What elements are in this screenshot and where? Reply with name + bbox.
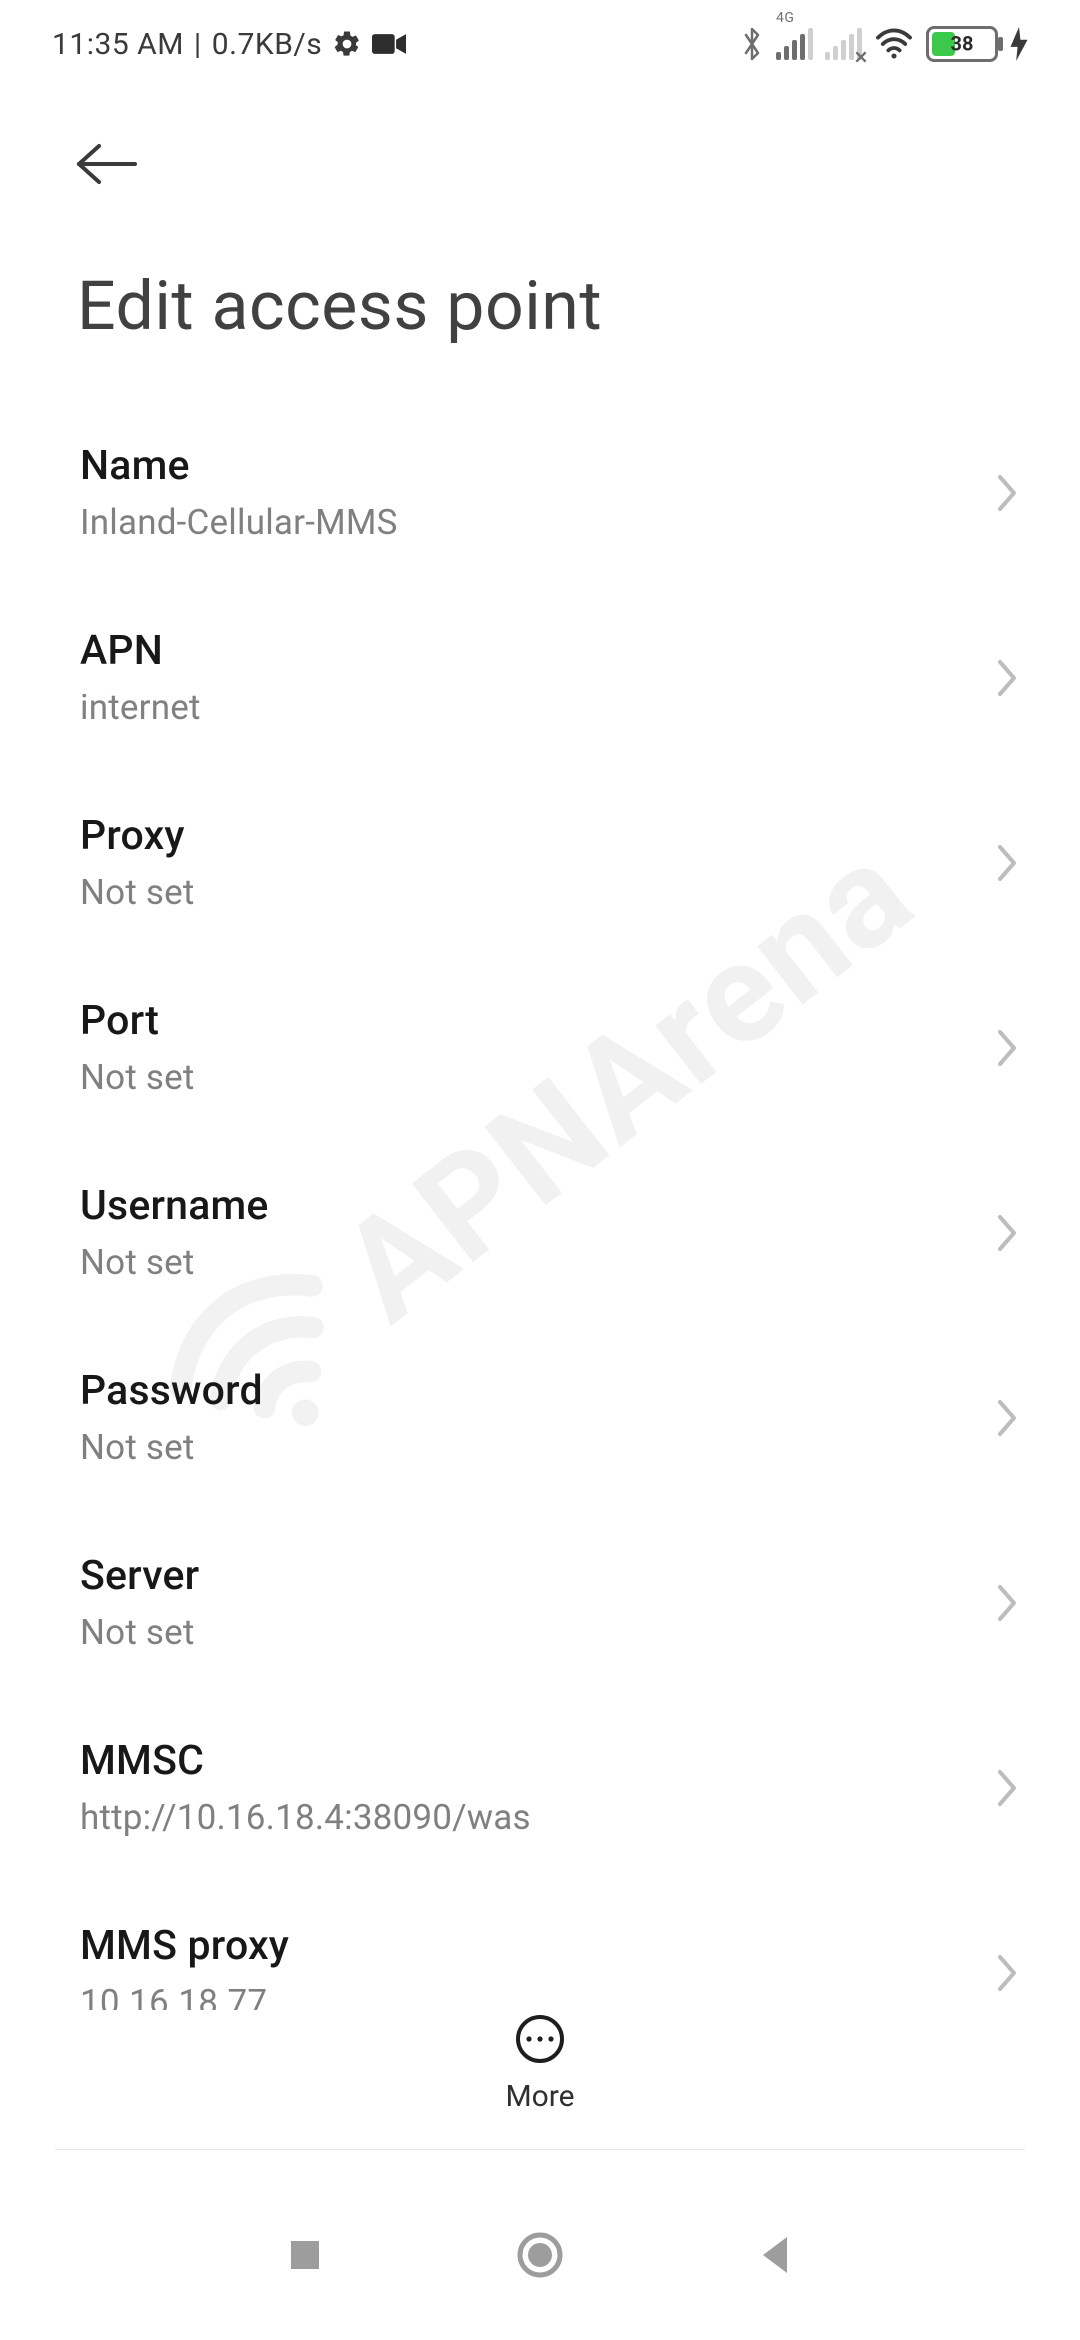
camera-icon	[372, 32, 406, 56]
nav-back-button[interactable]	[755, 2233, 795, 2277]
status-bar: 11:35 AM | 0.7KB/s 4G	[0, 0, 1080, 88]
settings-row-mmsc[interactable]: MMSC http://10.16.18.4:38090/was	[0, 1695, 1080, 1880]
chevron-right-icon	[994, 471, 1020, 515]
chevron-right-icon	[994, 1766, 1020, 1810]
page-title: Edit access point	[0, 196, 1080, 426]
settings-row-value: http://10.16.18.4:38090/was	[80, 1797, 531, 1838]
chevron-right-icon	[994, 1581, 1020, 1625]
settings-row-port[interactable]: Port Not set	[0, 955, 1080, 1140]
app-header	[0, 88, 1080, 196]
settings-row-text: Username Not set	[80, 1182, 269, 1283]
settings-row-username[interactable]: Username Not set	[0, 1140, 1080, 1325]
status-rate: 0.7KB/s	[212, 27, 323, 62]
settings-row-label: Password	[80, 1367, 263, 1415]
cellular-signal-1-icon: 4G	[776, 28, 813, 60]
settings-row-value: 10.16.18.77	[80, 1982, 289, 2010]
chevron-right-icon	[994, 1026, 1020, 1070]
settings-row-value: Not set	[80, 1612, 199, 1653]
gear-icon	[332, 29, 362, 59]
settings-row-apn[interactable]: APN internet	[0, 585, 1080, 770]
settings-row-label: Name	[80, 442, 398, 490]
nav-recents-button[interactable]	[285, 2235, 325, 2275]
bluetooth-icon	[740, 26, 764, 62]
settings-row-text: Proxy Not set	[80, 812, 195, 913]
more-icon	[514, 2013, 566, 2065]
settings-row-server[interactable]: Server Not set	[0, 1510, 1080, 1695]
battery-icon: 38	[926, 26, 998, 62]
settings-row-text: MMSC http://10.16.18.4:38090/was	[80, 1737, 531, 1838]
settings-row-text: Name Inland-Cellular-MMS	[80, 442, 398, 543]
settings-row-text: Server Not set	[80, 1552, 199, 1653]
settings-row-label: Username	[80, 1182, 269, 1230]
settings-row-label: MMSC	[80, 1737, 531, 1785]
chevron-right-icon	[994, 1211, 1020, 1255]
settings-row-value: Not set	[80, 1057, 195, 1098]
status-separator: |	[194, 27, 202, 62]
android-nav-bar	[0, 2170, 1080, 2340]
cellular-signal-2-icon	[825, 28, 862, 60]
settings-row-label: MMS proxy	[80, 1922, 289, 1970]
settings-row-label: Server	[80, 1552, 199, 1600]
settings-row-label: Port	[80, 997, 195, 1045]
wifi-icon	[874, 28, 914, 60]
settings-row-name[interactable]: Name Inland-Cellular-MMS	[0, 400, 1080, 585]
chevron-right-icon	[994, 841, 1020, 885]
battery-percent-label: 38	[951, 32, 974, 56]
chevron-right-icon	[994, 1396, 1020, 1440]
settings-row-mms-proxy[interactable]: MMS proxy 10.16.18.77	[0, 1880, 1080, 2010]
settings-row-value: internet	[80, 687, 201, 728]
settings-row-text: Password Not set	[80, 1367, 263, 1468]
chevron-right-icon	[994, 656, 1020, 700]
status-left: 11:35 AM | 0.7KB/s	[52, 27, 406, 62]
nav-home-button[interactable]	[514, 2229, 566, 2281]
more-label: More	[505, 2079, 574, 2114]
settings-row-text: APN internet	[80, 627, 201, 728]
arrow-left-icon	[75, 142, 139, 186]
settings-row-value: Not set	[80, 872, 195, 913]
charging-icon	[1010, 27, 1028, 61]
settings-row-password[interactable]: Password Not set	[0, 1325, 1080, 1510]
settings-row-value: Inland-Cellular-MMS	[80, 502, 398, 543]
status-right: 4G 38	[740, 26, 1028, 62]
bottom-divider	[55, 2149, 1025, 2150]
chevron-right-icon	[994, 1951, 1020, 1995]
settings-row-label: Proxy	[80, 812, 195, 860]
settings-row-value: Not set	[80, 1427, 263, 1468]
more-button[interactable]: More	[0, 2013, 1080, 2114]
back-button[interactable]	[75, 132, 139, 196]
settings-row-text: MMS proxy 10.16.18.77	[80, 1922, 289, 2010]
settings-row-label: APN	[80, 627, 201, 675]
settings-row-text: Port Not set	[80, 997, 195, 1098]
settings-list[interactable]: Name Inland-Cellular-MMS APN internet Pr…	[0, 400, 1080, 2010]
settings-row-proxy[interactable]: Proxy Not set	[0, 770, 1080, 955]
settings-row-value: Not set	[80, 1242, 269, 1283]
status-time: 11:35 AM	[52, 27, 184, 62]
cellular-generation-label: 4G	[776, 10, 794, 26]
